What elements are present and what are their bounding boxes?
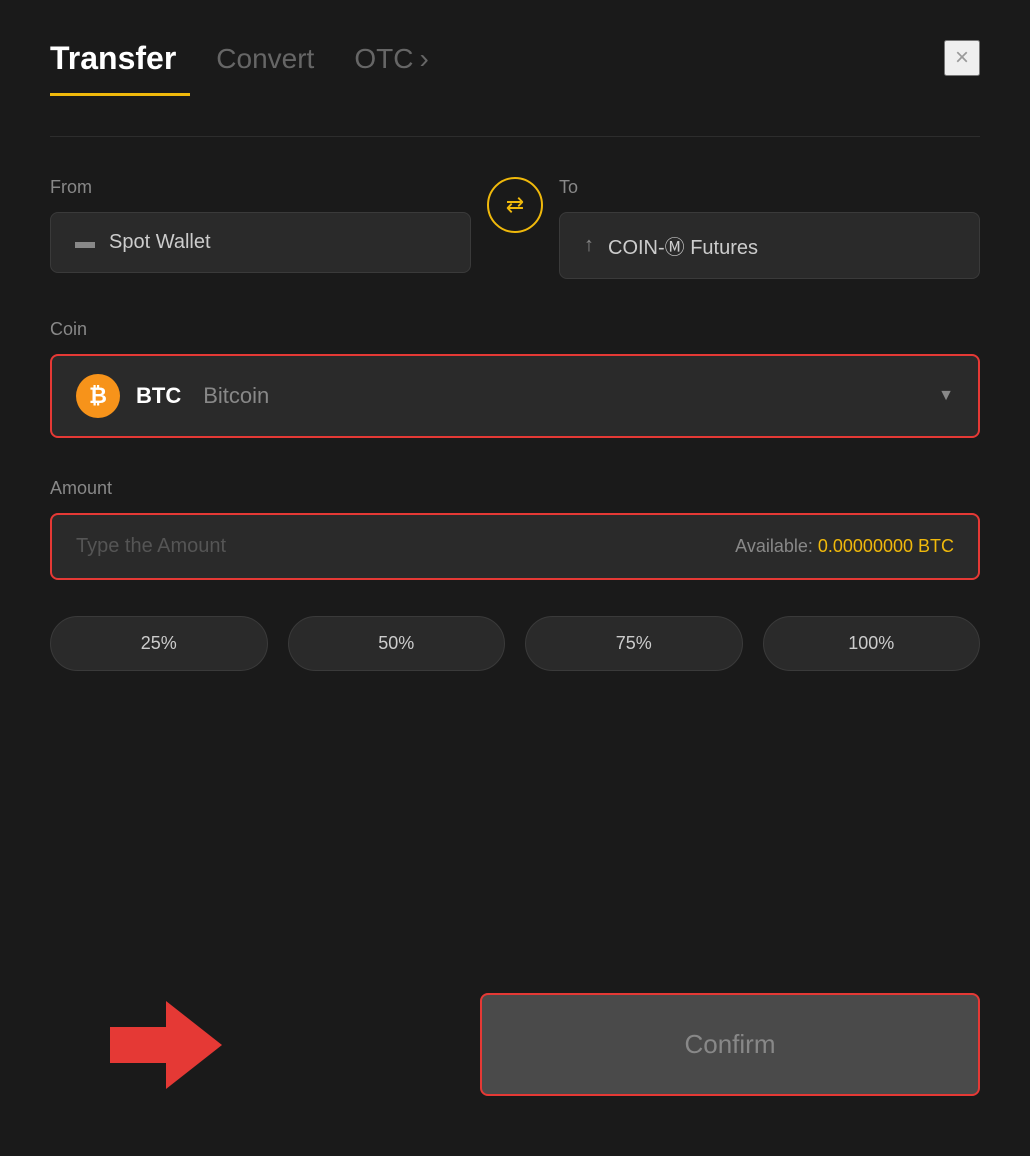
bottom-section: Confirm (50, 993, 980, 1096)
active-tab-indicator (50, 93, 190, 96)
from-wallet-name: Spot Wallet (109, 231, 211, 254)
tab-otc[interactable]: OTC › (354, 43, 428, 87)
confirm-button[interactable]: Confirm (480, 993, 980, 1096)
from-wallet-selector[interactable]: ▬ Spot Wallet (50, 212, 471, 273)
amount-section: Amount Available: 0.00000000 BTC (50, 478, 980, 580)
close-button[interactable]: × (944, 40, 980, 76)
futures-icon: ↑ (584, 234, 594, 257)
percent-row: 25% 50% 75% 100% (50, 616, 980, 671)
from-to-section: From ▬ Spot Wallet ⇄ To ↑ COIN-Ⓜ Futures (50, 177, 980, 279)
tab-transfer[interactable]: Transfer (50, 40, 176, 89)
available-amount: 0.00000000 BTC (818, 536, 954, 556)
percent-75-button[interactable]: 75% (525, 616, 743, 671)
coin-fullname: Bitcoin (203, 383, 269, 409)
coin-label: Coin (50, 319, 980, 340)
amount-input[interactable] (76, 535, 735, 558)
percent-25-button[interactable]: 25% (50, 616, 268, 671)
coin-selector[interactable]: ₿ BTC Bitcoin ▼ (50, 354, 980, 438)
from-label: From (50, 177, 471, 198)
percent-100-button[interactable]: 100% (763, 616, 981, 671)
amount-input-wrapper: Available: 0.00000000 BTC (50, 513, 980, 580)
available-text: Available: 0.00000000 BTC (735, 536, 954, 557)
coin-symbol: BTC (136, 383, 181, 409)
arrow-wrapper (110, 1001, 222, 1089)
from-group: From ▬ Spot Wallet (50, 177, 471, 273)
arrow-tail (110, 1027, 166, 1063)
swap-btn-wrapper: ⇄ (471, 177, 559, 241)
arrow-head-icon (166, 1001, 222, 1089)
header-divider (50, 136, 980, 137)
swap-button[interactable]: ⇄ (487, 177, 543, 233)
percent-50-button[interactable]: 50% (288, 616, 506, 671)
amount-label: Amount (50, 478, 980, 499)
wallet-icon: ▬ (75, 231, 95, 254)
chevron-down-icon: ▼ (938, 387, 954, 405)
to-group: To ↑ COIN-Ⓜ Futures (559, 177, 980, 279)
chevron-right-icon: › (419, 43, 428, 75)
transfer-modal: Transfer Convert OTC › × From ▬ Spot Wal… (0, 0, 1030, 1156)
tab-convert[interactable]: Convert (216, 43, 314, 87)
coin-section: Coin ₿ BTC Bitcoin ▼ (50, 319, 980, 438)
to-label: To (559, 177, 980, 198)
to-wallet-selector[interactable]: ↑ COIN-Ⓜ Futures (559, 212, 980, 279)
btc-icon: ₿ (76, 374, 120, 418)
to-wallet-name: COIN-Ⓜ Futures (608, 231, 758, 260)
modal-header: Transfer Convert OTC › × (50, 40, 980, 89)
